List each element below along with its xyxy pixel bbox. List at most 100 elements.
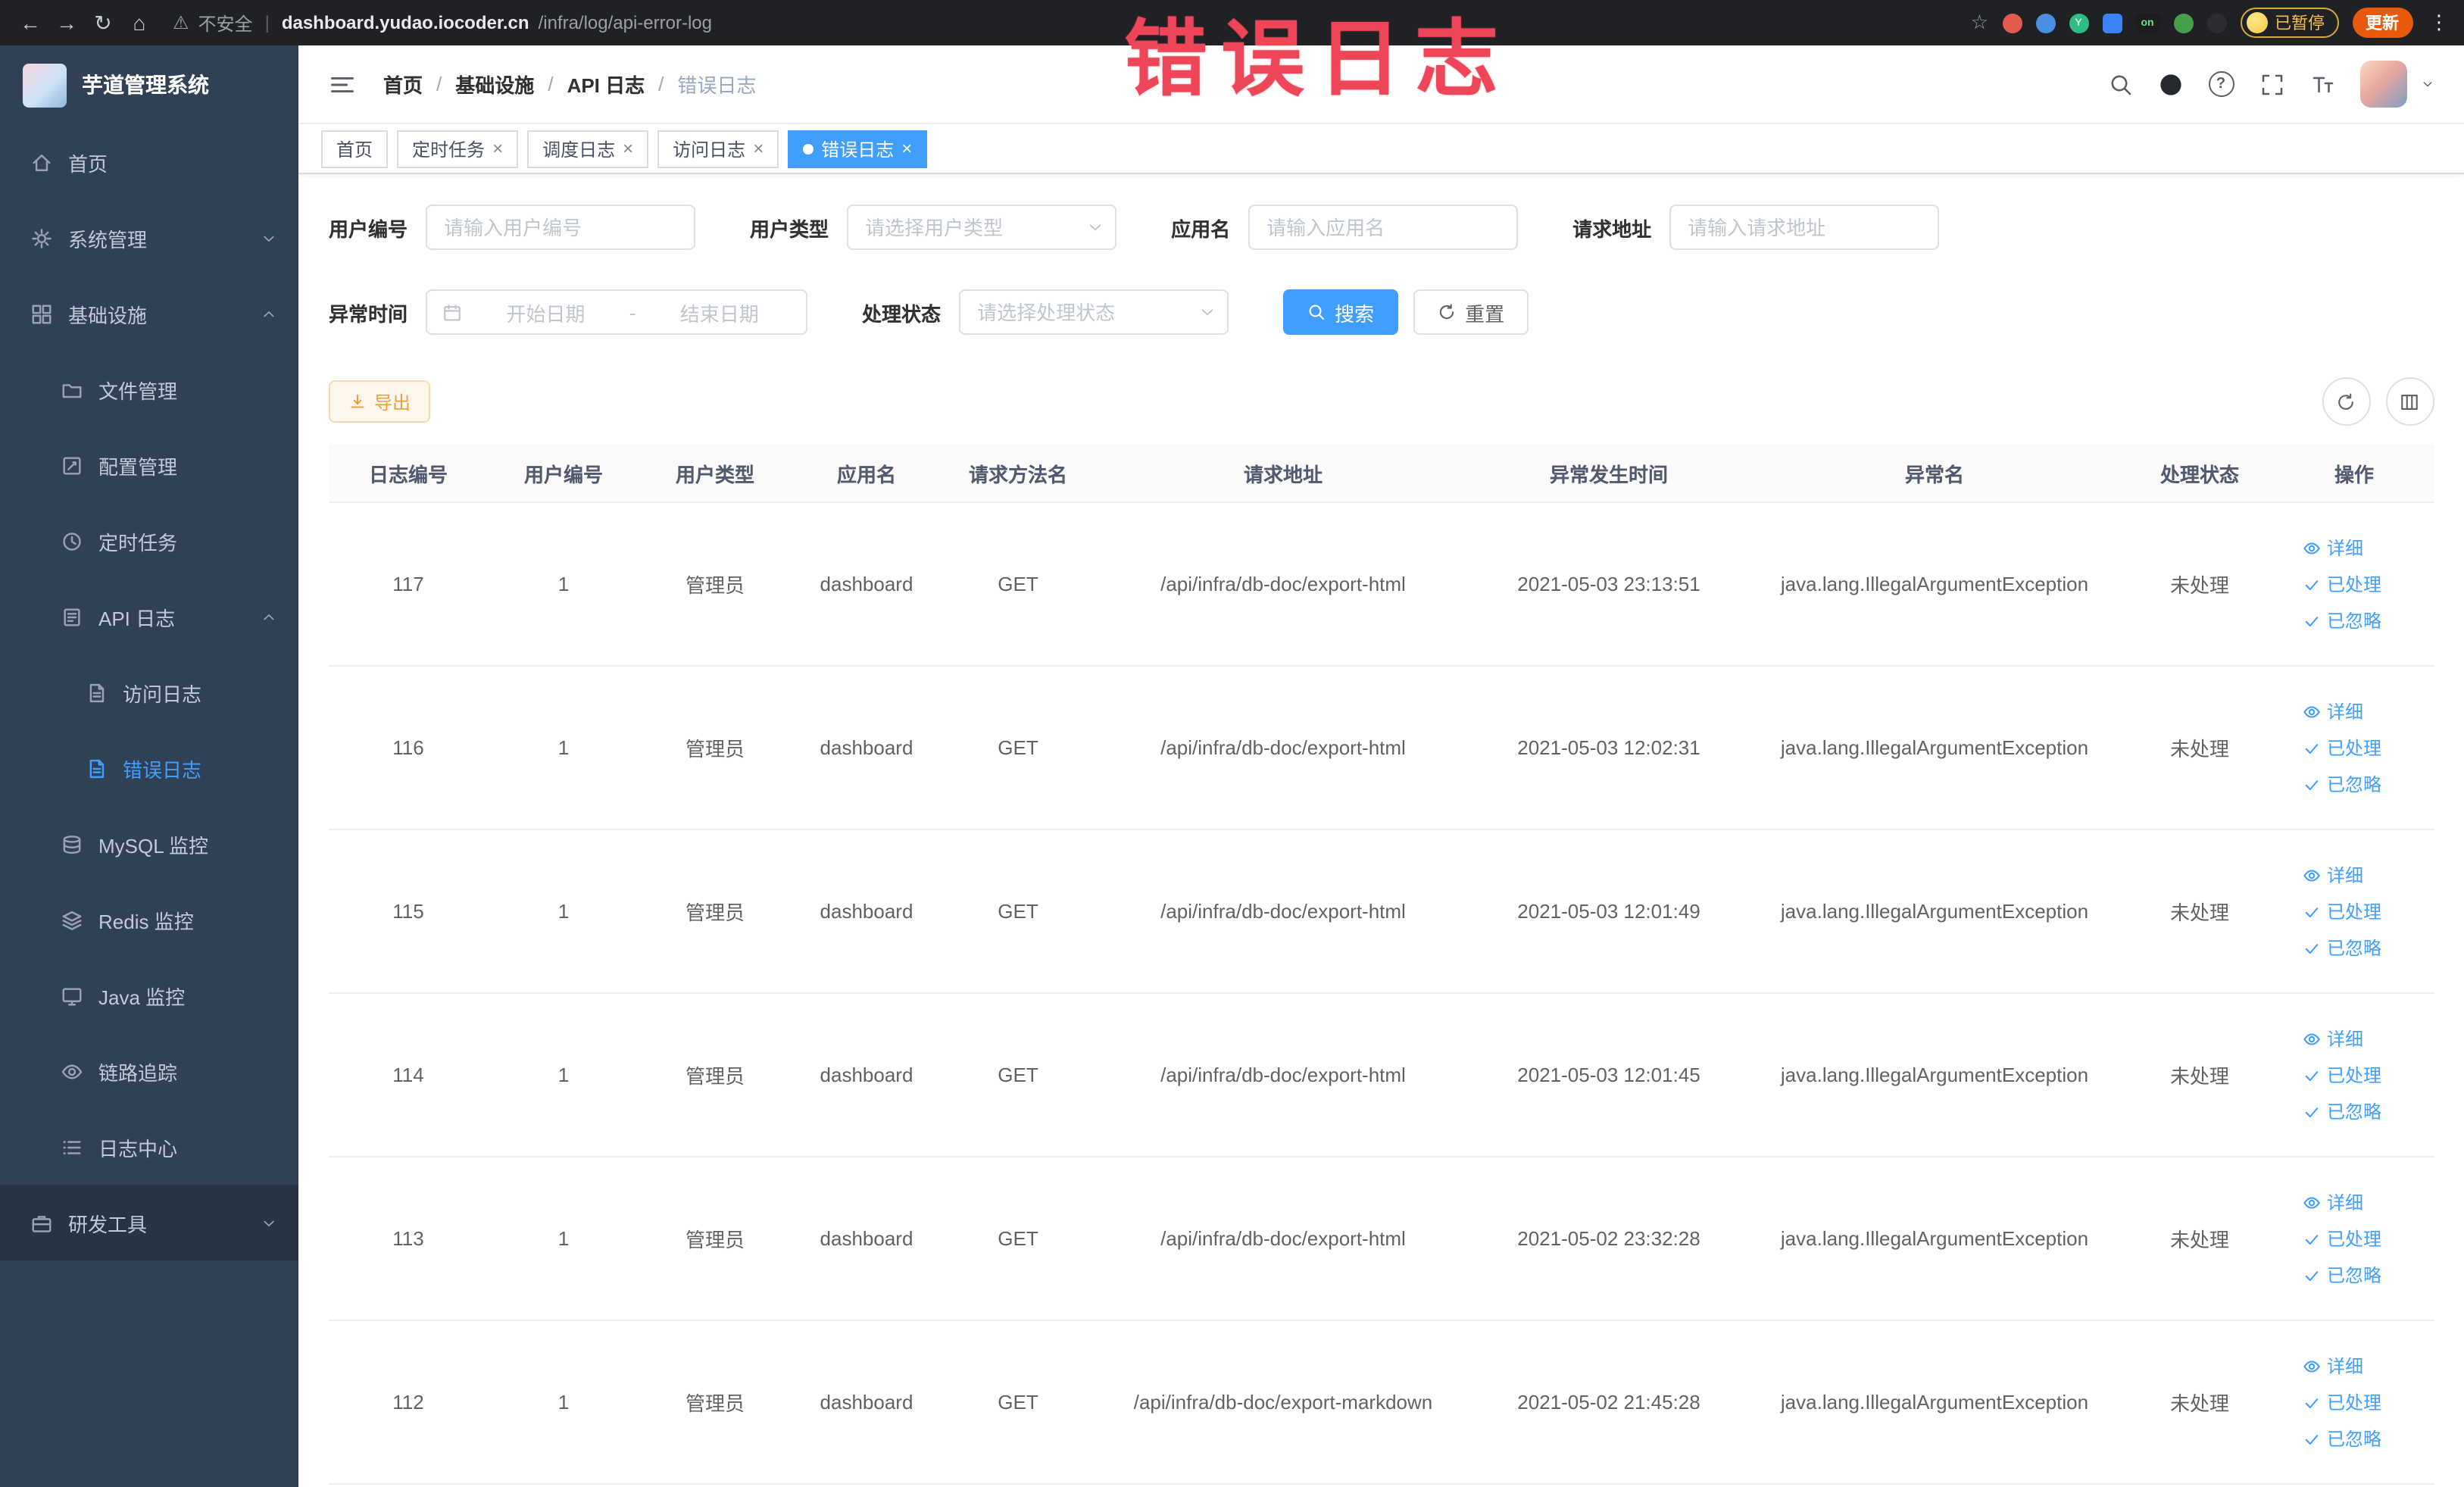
column-settings-button[interactable] bbox=[2385, 377, 2434, 426]
sidebar-item-redis-monitoring[interactable]: Redis 监控 bbox=[0, 882, 298, 957]
action-processed[interactable]: 已处理 bbox=[2303, 1389, 2381, 1415]
cell-user-type: 管理员 bbox=[685, 1065, 745, 1088]
search-button[interactable]: 搜索 bbox=[1283, 289, 1399, 335]
action-ignored[interactable]: 已忽略 bbox=[2303, 771, 2381, 797]
request-url-input[interactable] bbox=[1669, 205, 1940, 250]
action-ignored[interactable]: 已忽略 bbox=[2303, 608, 2381, 633]
tab-error-logs[interactable]: 错误日志 × bbox=[788, 130, 928, 167]
bookmark-star-icon[interactable]: ☆ bbox=[1971, 11, 1988, 35]
cell-method: GET bbox=[998, 736, 1038, 759]
sidebar-item-dev-tools[interactable]: 研发工具 bbox=[0, 1185, 298, 1261]
cell-user-type: 管理员 bbox=[685, 738, 745, 761]
extension-icon[interactable] bbox=[2035, 13, 2055, 33]
user-avatar[interactable] bbox=[2359, 61, 2406, 108]
browser-home-button[interactable]: ⌂ bbox=[124, 11, 155, 35]
start-date-input[interactable]: 开始日期 bbox=[474, 298, 617, 326]
action-processed[interactable]: 已处理 bbox=[2303, 1226, 2381, 1251]
browser-menu-icon[interactable]: ⋮ bbox=[2429, 11, 2449, 35]
action-ignored[interactable]: 已忽略 bbox=[2303, 1098, 2381, 1124]
search-icon[interactable] bbox=[2108, 72, 2132, 96]
close-icon[interactable]: × bbox=[623, 139, 633, 158]
end-date-input[interactable]: 结束日期 bbox=[648, 298, 791, 326]
browser-back-button[interactable]: ← bbox=[15, 11, 45, 35]
browser-refresh-button[interactable]: ↻ bbox=[88, 10, 118, 36]
user-type-select[interactable] bbox=[847, 205, 1117, 250]
eye-icon bbox=[2303, 866, 2321, 884]
sidebar-item-mysql-monitoring[interactable]: MySQL 监控 bbox=[0, 806, 298, 882]
sidebar-item-scheduled-tasks[interactable]: 定时任务 bbox=[0, 503, 298, 579]
cell-app-name: dashboard bbox=[820, 1227, 913, 1250]
close-icon[interactable]: × bbox=[753, 139, 764, 158]
extension-icon[interactable] bbox=[2173, 13, 2193, 33]
sidebar-item-infrastructure[interactable]: 基础设施 bbox=[0, 276, 298, 351]
cell-request-url: /api/infra/db-doc/export-html bbox=[1160, 1064, 1406, 1086]
sidebar-item-access-logs[interactable]: 访问日志 bbox=[0, 654, 298, 730]
browser-update-button[interactable]: 更新 bbox=[2352, 8, 2412, 38]
sidebar: 芋道管理系统 首页 系统管理 基础设施 文件管理 配置管理 定时任务 API 日… bbox=[0, 45, 298, 1487]
sidebar-item-label: Java 监控 bbox=[98, 986, 186, 1008]
app-logo[interactable]: 芋道管理系统 bbox=[0, 45, 298, 124]
profile-sync-paused-badge[interactable]: 已暂停 bbox=[2240, 8, 2338, 38]
date-range-picker[interactable]: 开始日期 - 结束日期 bbox=[426, 289, 808, 335]
refresh-table-button[interactable] bbox=[2322, 377, 2370, 426]
breadcrumb-item[interactable]: 基础设施 bbox=[455, 70, 534, 98]
sidebar-item-label: MySQL 监控 bbox=[98, 834, 208, 857]
sidebar-item-link-tracing[interactable]: 链路追踪 bbox=[0, 1033, 298, 1109]
action-processed[interactable]: 已处理 bbox=[2303, 898, 2381, 924]
action-ignored[interactable]: 已忽略 bbox=[2303, 935, 2381, 961]
sidebar-item-label: 链路追踪 bbox=[98, 1061, 178, 1084]
tab-scheduled-tasks[interactable]: 定时任务 × bbox=[397, 130, 519, 167]
app-name-input[interactable] bbox=[1248, 205, 1519, 250]
reset-button[interactable]: 重置 bbox=[1413, 289, 1529, 335]
range-separator: - bbox=[629, 301, 636, 323]
sidebar-item-error-logs[interactable]: 错误日志 bbox=[0, 730, 298, 806]
sidebar-item-home[interactable]: 首页 bbox=[0, 124, 298, 200]
action-ignored[interactable]: 已忽略 bbox=[2303, 1426, 2381, 1451]
sidebar-item-java-monitoring[interactable]: Java 监控 bbox=[0, 957, 298, 1033]
check-icon bbox=[2303, 1066, 2321, 1084]
action-processed[interactable]: 已处理 bbox=[2303, 571, 2381, 597]
close-icon[interactable]: × bbox=[492, 139, 503, 158]
sidebar-item-log-center[interactable]: 日志中心 bbox=[0, 1109, 298, 1185]
sidebar-item-system-management[interactable]: 系统管理 bbox=[0, 200, 298, 276]
action-detail[interactable]: 详细 bbox=[2303, 698, 2363, 724]
user-id-input[interactable] bbox=[426, 205, 696, 250]
address-bar[interactable]: ⚠ 不安全 | dashboard.yudao.iocoder.cn/infra… bbox=[173, 10, 712, 36]
tab-access-logs[interactable]: 访问日志 × bbox=[657, 130, 779, 167]
extension-on-icon[interactable]: on bbox=[2135, 13, 2160, 33]
extension-icon[interactable] bbox=[2002, 13, 2022, 33]
column-header: 异常名 bbox=[1904, 463, 1964, 486]
action-detail[interactable]: 详细 bbox=[2303, 862, 2363, 888]
sidebar-item-api-logs[interactable]: API 日志 bbox=[0, 579, 298, 654]
action-detail[interactable]: 详细 bbox=[2303, 1189, 2363, 1215]
extension-icon[interactable] bbox=[2102, 13, 2122, 33]
table-row: 116 1 管理员 dashboard GET /api/infra/db-do… bbox=[329, 667, 2434, 830]
url-path: /infra/log/api-error-log bbox=[538, 12, 712, 33]
font-size-icon[interactable] bbox=[2309, 72, 2334, 96]
browser-forward-button[interactable]: → bbox=[52, 11, 82, 35]
action-processed[interactable]: 已处理 bbox=[2303, 1062, 2381, 1088]
breadcrumb-item[interactable]: API 日志 bbox=[567, 70, 645, 98]
sidebar-item-file-management[interactable]: 文件管理 bbox=[0, 351, 298, 427]
tab-home[interactable]: 首页 bbox=[321, 130, 389, 167]
action-processed[interactable]: 已处理 bbox=[2303, 735, 2381, 761]
action-detail[interactable]: 详细 bbox=[2303, 1026, 2363, 1051]
tab-scheduler-logs[interactable]: 调度日志 × bbox=[527, 130, 649, 167]
help-icon[interactable]: ? bbox=[2208, 71, 2234, 97]
close-icon[interactable]: × bbox=[901, 139, 912, 158]
action-ignored[interactable]: 已忽略 bbox=[2303, 1262, 2381, 1288]
github-icon[interactable] bbox=[2158, 72, 2182, 96]
hamburger-icon[interactable] bbox=[329, 70, 356, 98]
action-detail[interactable]: 详细 bbox=[2303, 535, 2363, 561]
breadcrumb-item[interactable]: 首页 bbox=[383, 70, 423, 98]
document-icon bbox=[85, 681, 108, 704]
cell-status: 未处理 bbox=[2169, 738, 2229, 761]
extension-icon[interactable]: Y bbox=[2069, 13, 2088, 33]
extension-icon[interactable] bbox=[2206, 13, 2226, 33]
export-button[interactable]: 导出 bbox=[329, 380, 431, 423]
chevron-down-icon[interactable] bbox=[2420, 77, 2434, 91]
action-detail[interactable]: 详细 bbox=[2303, 1353, 2363, 1379]
fullscreen-icon[interactable] bbox=[2259, 72, 2284, 96]
sidebar-item-config-management[interactable]: 配置管理 bbox=[0, 427, 298, 503]
process-status-select[interactable] bbox=[959, 289, 1229, 335]
